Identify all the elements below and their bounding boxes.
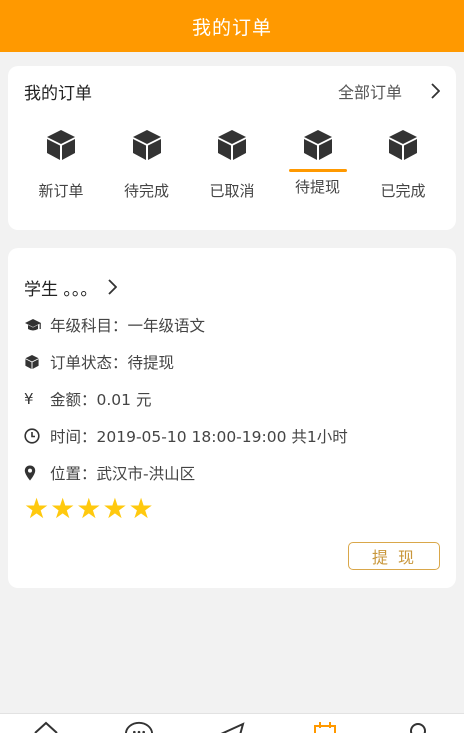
calendar-icon[interactable] bbox=[310, 720, 340, 733]
yen-icon: ¥ bbox=[24, 389, 34, 408]
box-icon bbox=[130, 128, 164, 166]
box-icon bbox=[44, 128, 78, 166]
withdraw-button[interactable]: 提现 bbox=[348, 542, 440, 570]
status-underline bbox=[118, 169, 176, 172]
clock-icon bbox=[24, 427, 44, 444]
status-underline bbox=[32, 169, 90, 172]
graduation-cap-icon bbox=[24, 318, 44, 332]
amount-text: 金额：0.01 元 bbox=[50, 390, 152, 409]
message-icon[interactable] bbox=[124, 720, 154, 733]
send-icon[interactable] bbox=[217, 720, 247, 733]
amount-row: ¥ 金额：0.01 元 bbox=[24, 380, 440, 417]
chevron-right-icon bbox=[107, 279, 118, 295]
chevron-right-icon bbox=[430, 83, 440, 99]
all-orders-link[interactable]: 全部订单 bbox=[338, 79, 440, 103]
status-label: 已取消 bbox=[209, 182, 255, 200]
box-icon bbox=[24, 354, 44, 370]
location-pin-icon bbox=[24, 465, 44, 481]
box-icon bbox=[386, 128, 420, 166]
student-link[interactable]: 学生 。。。 bbox=[24, 248, 440, 306]
status-label: 新订单 bbox=[38, 182, 84, 200]
star-icon: ★ bbox=[128, 492, 154, 525]
all-orders-label: 全部订单 bbox=[337, 83, 402, 102]
order-status-text: 订单状态：待提现 bbox=[50, 353, 175, 372]
order-status-tabs: 新订单 待完成 已取消 待提现 已完成 bbox=[24, 128, 440, 201]
orders-header: 我的订单 全部订单 bbox=[24, 66, 440, 116]
status-tab-new[interactable]: 新订单 bbox=[24, 128, 98, 201]
page-title: 我的订单 bbox=[191, 16, 272, 39]
box-icon bbox=[301, 128, 335, 166]
time-row: 时间：2019-05-10 18:00-19:00 共1小时 bbox=[24, 417, 440, 454]
star-icon: ★ bbox=[24, 492, 50, 525]
user-icon[interactable] bbox=[403, 720, 433, 733]
active-tab-underline bbox=[288, 169, 347, 172]
grade-subject-text: 年级科目：一年级语文 bbox=[50, 316, 206, 335]
status-tab-pending[interactable]: 待完成 bbox=[110, 128, 184, 201]
location-text: 位置：武汉市-洪山区 bbox=[50, 464, 196, 483]
student-name: 学生 。。。 bbox=[24, 279, 98, 300]
status-tab-cancelled[interactable]: 已取消 bbox=[195, 128, 269, 201]
location-row: 位置：武汉市-洪山区 bbox=[24, 454, 440, 491]
box-icon bbox=[215, 128, 249, 166]
orders-card: 我的订单 全部订单 新订单 待完成 已取消 待提现 已完成 bbox=[8, 66, 456, 230]
status-underline bbox=[374, 169, 432, 172]
status-label: 已完成 bbox=[380, 182, 426, 200]
bottom-tab-bar bbox=[0, 713, 464, 733]
status-label: 待完成 bbox=[123, 182, 169, 200]
status-label: 待提现 bbox=[294, 178, 340, 196]
orders-title: 我的订单 bbox=[24, 83, 92, 104]
order-status-row: 订单状态：待提现 bbox=[24, 343, 440, 380]
time-text: 时间：2019-05-10 18:00-19:00 共1小时 bbox=[50, 427, 348, 446]
order-detail-card: 学生 。。。 年级科目：一年级语文 订单状态：待提现 ¥ 金额：0.01 元 时… bbox=[8, 248, 456, 588]
app-header: 我的订单 bbox=[0, 0, 464, 52]
status-tab-to-withdraw[interactable]: 待提现 bbox=[281, 128, 355, 201]
status-tab-completed[interactable]: 已完成 bbox=[366, 128, 440, 201]
star-icon: ★ bbox=[50, 492, 76, 525]
status-underline bbox=[203, 169, 261, 172]
home-icon[interactable] bbox=[31, 720, 61, 733]
star-icon: ★ bbox=[102, 492, 128, 525]
grade-subject-row: 年级科目：一年级语文 bbox=[24, 306, 440, 343]
rating-stars: ★ ★ ★ ★ ★ bbox=[24, 495, 440, 523]
star-icon: ★ bbox=[76, 492, 102, 525]
